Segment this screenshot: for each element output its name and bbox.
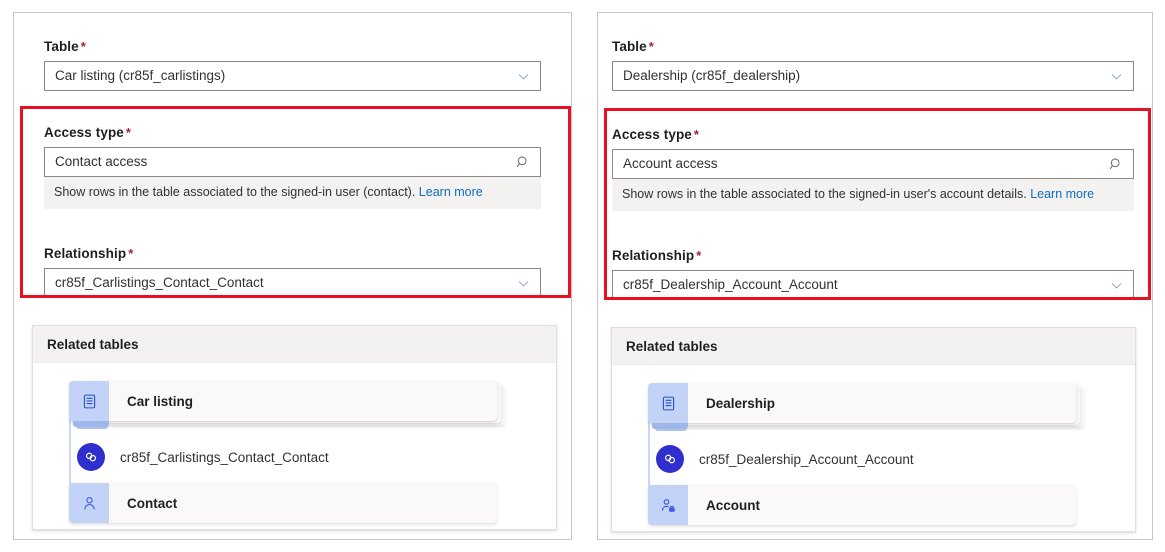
access-type-hint-text: Show rows in the table associated to the… xyxy=(622,187,1027,201)
link-rings-icon xyxy=(656,445,684,473)
panel-inner-right: Table * Dealership (cr85f_dealership) Acc… xyxy=(598,13,1152,539)
entity-card-stack: Dealership xyxy=(648,383,1088,433)
required-asterisk: * xyxy=(693,127,700,142)
relationship-dropdown[interactable]: cr85f_Carlistings_Contact_Contact xyxy=(44,268,541,298)
table-dropdown[interactable]: Dealership (cr85f_dealership) xyxy=(612,61,1134,91)
panel-inner-left: Table * Car listing (cr85f_carlistings) A… xyxy=(14,13,571,539)
table-field-label: Table * xyxy=(612,39,654,54)
access-type-value: Contact access xyxy=(55,154,148,169)
access-type-field-label: Access type * xyxy=(44,125,132,140)
learn-more-link[interactable]: Learn more xyxy=(419,185,483,199)
related-tables-card-left: Related tables Car listing cr85f_Carlist… xyxy=(32,325,557,530)
related-tables-header: Related tables xyxy=(612,328,1135,365)
config-panel-left: Table * Car listing (cr85f_carlistings) A… xyxy=(13,12,572,540)
table-field-group-left: Table * Car listing (cr85f_carlistings) xyxy=(44,39,541,91)
table-field-label: Table * xyxy=(44,39,86,54)
table-dropdown-value: Dealership (cr85f_dealership) xyxy=(623,68,801,83)
target-entity-name: Account xyxy=(706,497,760,513)
screenshot-stage: Table * Car listing (cr85f_carlistings) A… xyxy=(0,0,1165,552)
target-entity-name: Contact xyxy=(127,495,178,511)
source-entity-node[interactable]: Car listing xyxy=(69,381,540,431)
access-type-field-group-right: Access type * Account access Show rows in… xyxy=(612,127,1134,211)
related-tables-header: Related tables xyxy=(33,326,556,363)
chevron-down-icon[interactable] xyxy=(514,67,532,85)
access-type-value: Account access xyxy=(623,156,718,171)
search-icon[interactable] xyxy=(514,153,532,171)
target-entity-node[interactable]: Contact xyxy=(69,483,540,523)
table-dropdown[interactable]: Car listing (cr85f_carlistings) xyxy=(44,61,541,91)
access-type-field-label: Access type * xyxy=(612,127,700,142)
target-entity-card[interactable]: Account xyxy=(648,485,1076,525)
table-rows-icon xyxy=(69,381,109,421)
relationship-dropdown-value: cr85f_Dealership_Account_Account xyxy=(623,277,838,292)
source-entity-card[interactable]: Dealership xyxy=(648,383,1076,423)
relationship-field-group-right: Relationship * cr85f_Dealership_Account_A… xyxy=(612,248,1134,300)
table-field-group-right: Table * Dealership (cr85f_dealership) xyxy=(612,39,1134,91)
relationship-field-label: Relationship * xyxy=(44,246,134,261)
related-tables-card-right: Related tables Dealership cr85f_Dealersh… xyxy=(611,327,1136,532)
stack-tab-shadow-front xyxy=(652,423,688,429)
access-type-field-group-left: Access type * Contact access Show rows in… xyxy=(44,125,541,209)
entity-card-stack: Car listing xyxy=(69,381,509,431)
relationship-node[interactable]: cr85f_Dealership_Account_Account xyxy=(648,445,1119,473)
relationship-node-label: cr85f_Dealership_Account_Account xyxy=(699,451,914,467)
access-type-combobox[interactable]: Account access xyxy=(612,149,1134,179)
source-entity-node[interactable]: Dealership xyxy=(648,383,1119,433)
chevron-down-icon[interactable] xyxy=(514,274,532,292)
access-type-hint: Show rows in the table associated to the… xyxy=(612,179,1134,211)
access-type-hint-text: Show rows in the table associated to the… xyxy=(54,185,416,199)
required-asterisk: * xyxy=(128,246,134,261)
relationship-node[interactable]: cr85f_Carlistings_Contact_Contact xyxy=(69,443,540,471)
person-icon xyxy=(69,483,109,523)
related-tables-body: Dealership cr85f_Dealership_Account_Acco… xyxy=(612,365,1135,547)
chevron-down-icon[interactable] xyxy=(1107,276,1125,294)
person-business-icon xyxy=(648,485,688,525)
stack-tab-shadow-front xyxy=(73,421,109,427)
relationship-node-label: cr85f_Carlistings_Contact_Contact xyxy=(120,449,329,465)
relationship-field-group-left: Relationship * cr85f_Carlistings_Contact_… xyxy=(44,246,541,298)
link-rings-icon xyxy=(77,443,105,471)
required-asterisk: * xyxy=(696,248,702,263)
required-asterisk: * xyxy=(125,125,132,140)
source-entity-name: Dealership xyxy=(706,395,776,411)
related-tables-body: Car listing cr85f_Carlistings_Contact_Co… xyxy=(33,363,556,545)
access-type-combobox[interactable]: Contact access xyxy=(44,147,541,177)
target-entity-card[interactable]: Contact xyxy=(69,483,497,523)
search-icon[interactable] xyxy=(1107,155,1125,173)
table-rows-icon xyxy=(648,383,688,423)
relationship-dropdown-value: cr85f_Carlistings_Contact_Contact xyxy=(55,275,264,290)
required-asterisk: * xyxy=(648,39,654,54)
config-panel-right: Table * Dealership (cr85f_dealership) Acc… xyxy=(597,12,1153,540)
access-type-hint: Show rows in the table associated to the… xyxy=(44,177,541,209)
source-entity-card[interactable]: Car listing xyxy=(69,381,497,421)
table-dropdown-value: Car listing (cr85f_carlistings) xyxy=(55,68,226,83)
relationship-dropdown[interactable]: cr85f_Dealership_Account_Account xyxy=(612,270,1134,300)
target-entity-node[interactable]: Account xyxy=(648,485,1119,525)
learn-more-link[interactable]: Learn more xyxy=(1030,187,1094,201)
relationship-field-label: Relationship * xyxy=(612,248,702,263)
chevron-down-icon[interactable] xyxy=(1107,67,1125,85)
required-asterisk: * xyxy=(80,39,86,54)
source-entity-name: Car listing xyxy=(127,393,194,409)
